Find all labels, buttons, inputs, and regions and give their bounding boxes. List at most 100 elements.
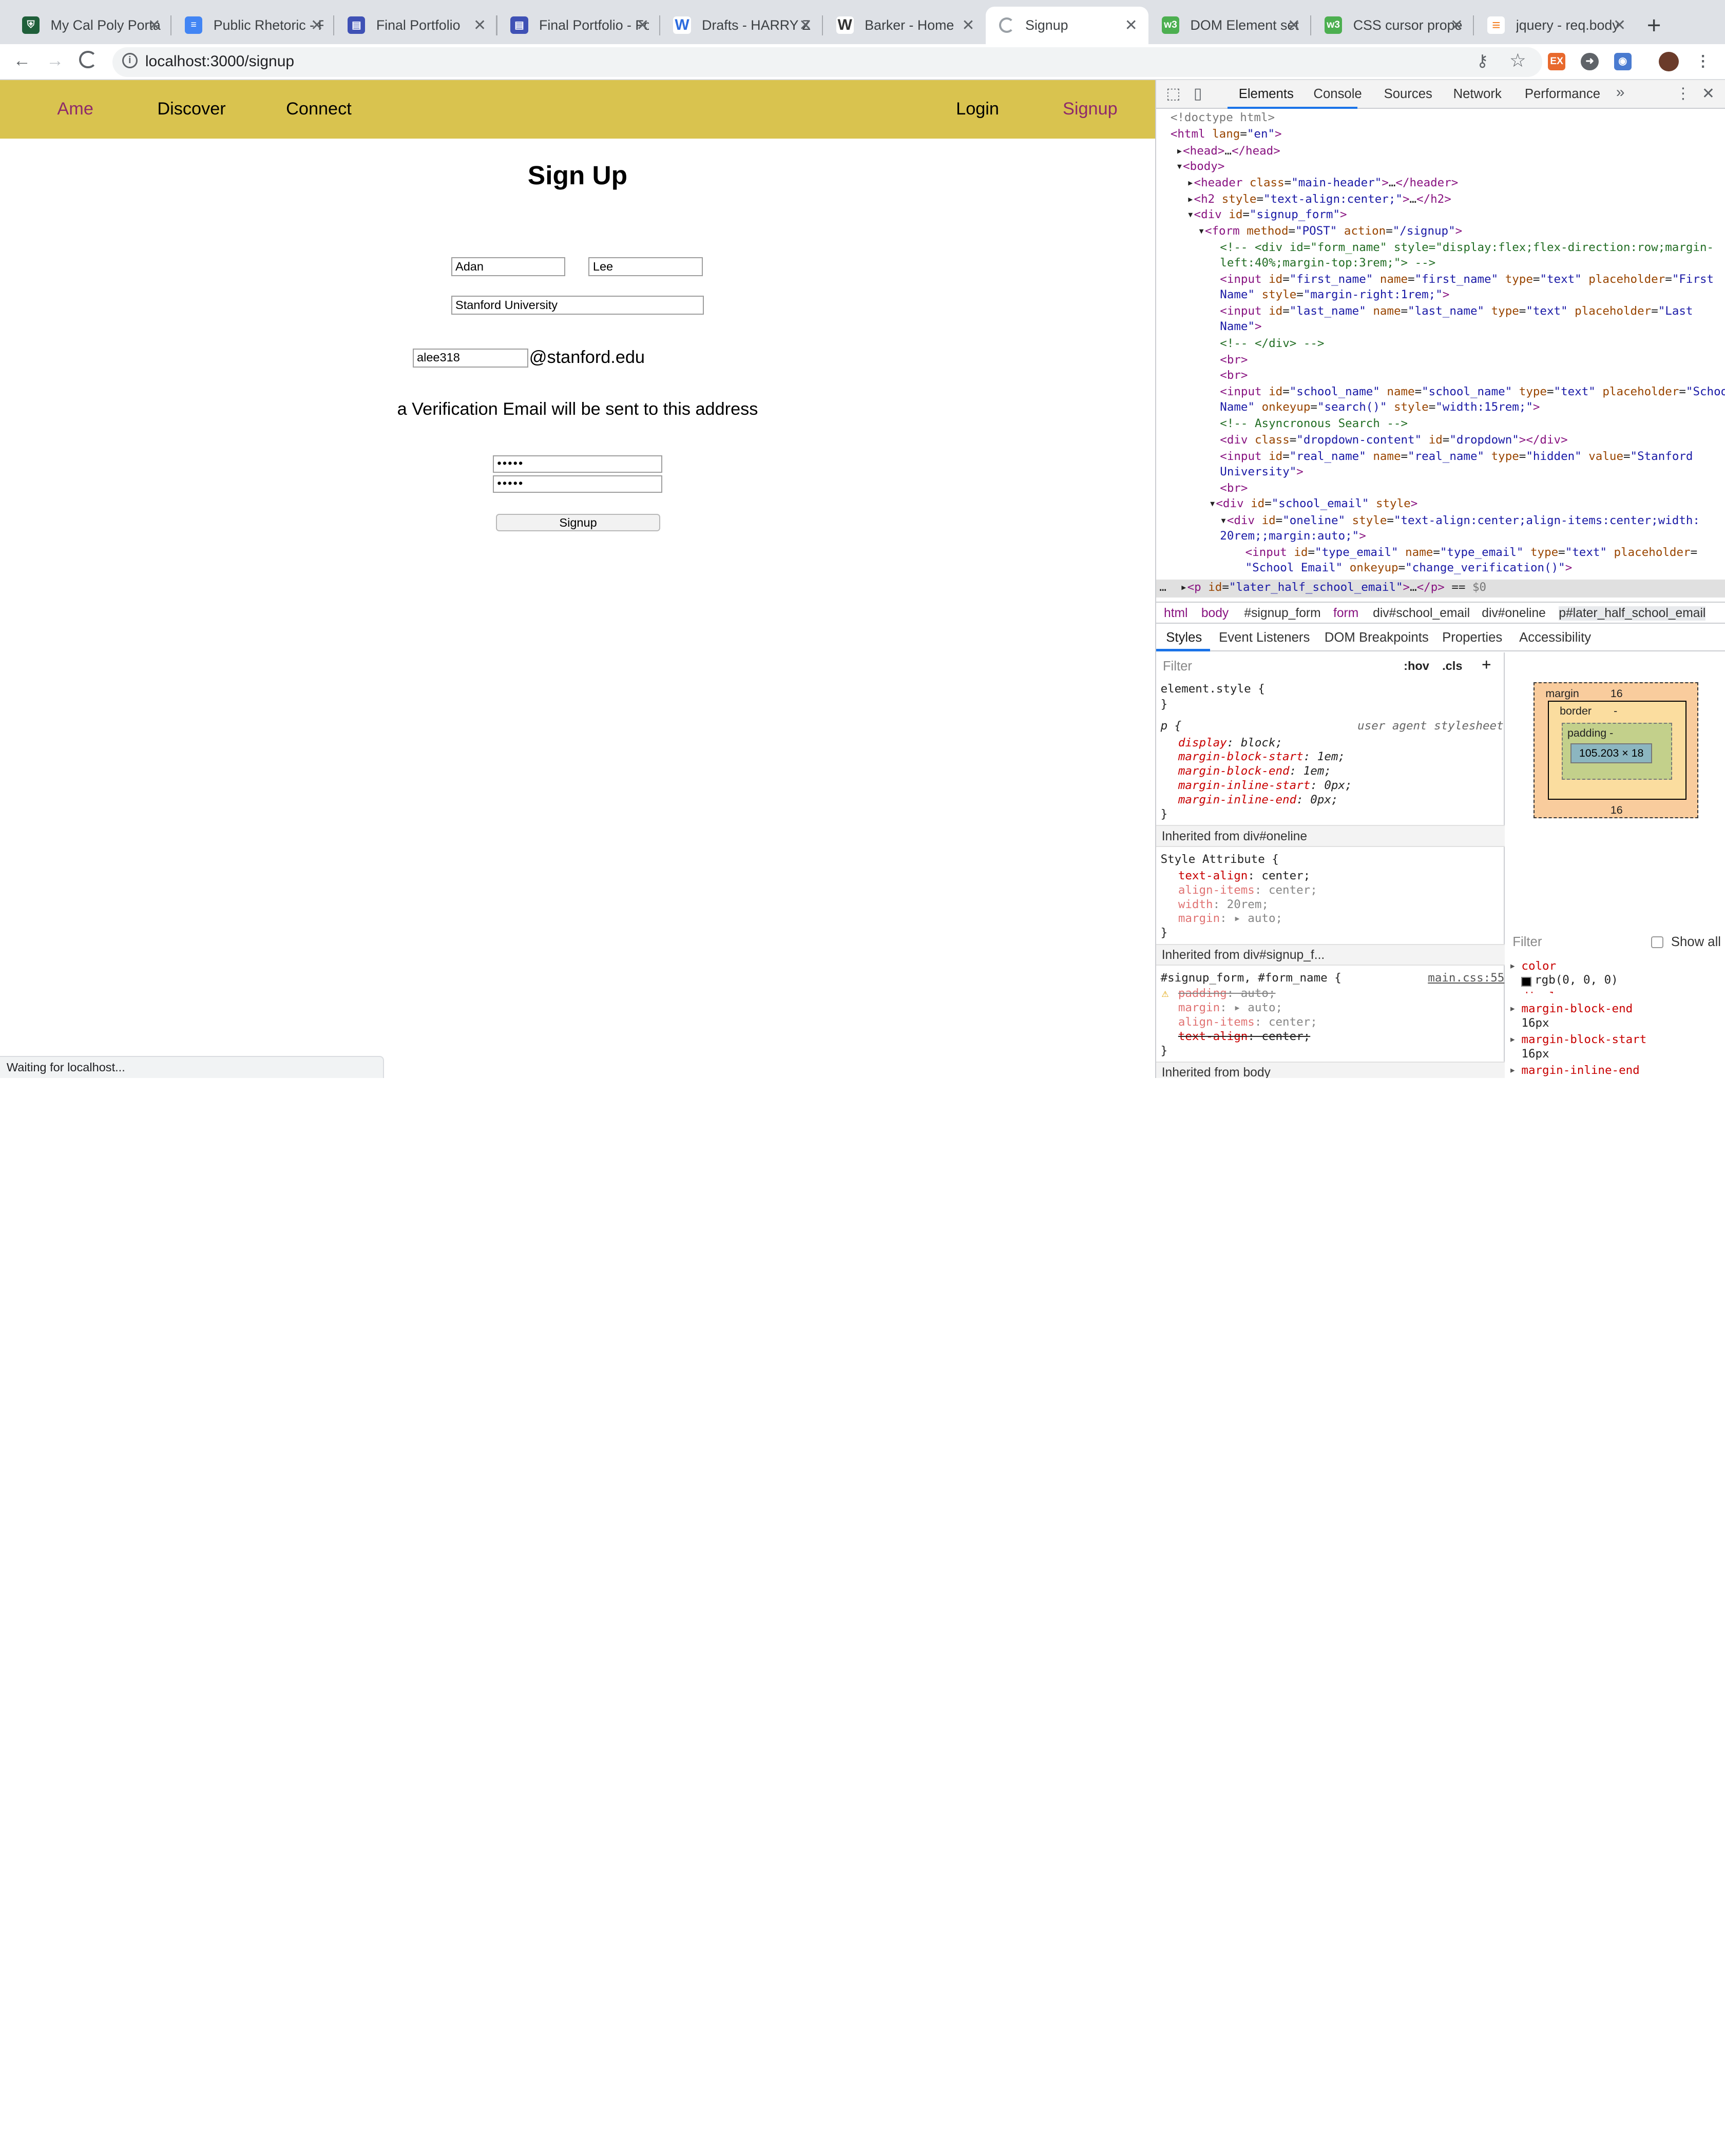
hov-toggle[interactable]: :hov	[1404, 659, 1429, 673]
camera-icon[interactable]: ◉	[1614, 52, 1632, 71]
nav-discover-link[interactable]: Discover	[157, 99, 225, 119]
browser-tab-signup[interactable]: Signup ✕	[986, 6, 1149, 44]
crumb-body[interactable]: body	[1201, 606, 1229, 621]
close-tab-icon[interactable]: ✕	[1613, 16, 1626, 34]
close-tab-icon[interactable]: ✕	[311, 16, 323, 34]
sites-icon: ▤	[510, 16, 528, 34]
menu-icon[interactable]: ⋮	[1694, 53, 1712, 70]
computed-prop-margin-block-end[interactable]: margin-block-end	[1521, 1002, 1633, 1015]
loading-icon	[999, 17, 1014, 33]
warning-icon: ⚠	[1161, 987, 1169, 1000]
tab-console[interactable]: Console	[1313, 87, 1362, 102]
tab-elements[interactable]: Elements	[1239, 87, 1294, 102]
close-tab-icon[interactable]: ✕	[473, 16, 486, 34]
computed-prop-color[interactable]: color	[1521, 959, 1556, 973]
loading-stop-icon[interactable]	[79, 50, 97, 68]
url-text[interactable]: localhost:3000/signup	[145, 53, 294, 70]
close-devtools-icon[interactable]: ✕	[1702, 85, 1715, 103]
first-name-input[interactable]: Adan	[451, 257, 566, 276]
crumb-signup-form[interactable]: #signup_form	[1244, 606, 1320, 621]
close-tab-icon[interactable]: ✕	[962, 16, 974, 34]
browser-toolbar: ← → i localhost:3000/signup ⚷ ☆	[0, 44, 1725, 81]
crumb-school-email[interactable]: div#school_email	[1373, 606, 1470, 621]
address-bar[interactable]: i localhost:3000/signup ⚷ ☆	[112, 47, 1543, 77]
crumb-later-half[interactable]: p#later_half_school_email	[1559, 606, 1706, 621]
back-icon[interactable]: ←	[13, 51, 31, 71]
avatar[interactable]	[1659, 51, 1679, 72]
page-viewport: Ame Discover Connect Login Signup Sign U…	[0, 80, 1155, 1078]
wix-icon: W	[673, 16, 691, 34]
box-model-diagram: margin 16 16 border - padding - 105.203 …	[1533, 682, 1699, 819]
computed-filter-input[interactable]: Filter	[1512, 935, 1542, 950]
tab-accessibility[interactable]: Accessibility	[1519, 630, 1591, 645]
tab-styles[interactable]: Styles	[1166, 630, 1202, 645]
key-icon[interactable]: ⚷	[1477, 51, 1489, 70]
confirm-password-input[interactable]: •••••	[493, 475, 662, 493]
sites-icon: ▤	[348, 16, 366, 34]
inspect-icon[interactable]: ⬚	[1166, 85, 1180, 103]
forward-icon[interactable]: →	[46, 51, 64, 71]
school-name-input[interactable]: Stanford University	[451, 296, 704, 315]
last-name-input[interactable]: Lee	[588, 257, 703, 276]
dom-tree[interactable]: <!doctype html> <html lang="en"> ▸<head>…	[1156, 109, 1725, 598]
w3-icon: w3	[1161, 16, 1180, 34]
nav-login-link[interactable]: Login	[956, 99, 999, 119]
password-input[interactable]: •••••	[493, 455, 662, 473]
status-bubble: Waiting for localhost...	[0, 1056, 384, 1078]
close-tab-icon[interactable]: ✕	[799, 16, 812, 34]
device-toggle-icon[interactable]: ▯	[1194, 85, 1202, 103]
add-rule-icon[interactable]: +	[1482, 656, 1491, 673]
browser-tab-barker[interactable]: W Barker - Home ✕	[823, 7, 986, 44]
devtools-menu-icon[interactable]: ⋮	[1675, 85, 1691, 103]
browser-tab-public-rhetoric[interactable]: ≡ Public Rhetoric - F ✕	[171, 7, 335, 44]
close-tab-icon[interactable]: ✕	[1450, 16, 1463, 34]
close-tab-icon[interactable]: ✕	[1125, 16, 1138, 34]
browser-tab-final-portfolio[interactable]: ▤ Final Portfolio ✕	[334, 7, 497, 44]
close-tab-icon[interactable]: ✕	[1288, 16, 1300, 34]
crumb-form[interactable]: form	[1333, 606, 1358, 621]
crumb-oneline[interactable]: div#oneline	[1482, 606, 1546, 621]
info-icon[interactable]: i	[122, 52, 138, 68]
tab-network[interactable]: Network	[1453, 87, 1502, 102]
email-domain-suffix: @stanford.edu	[529, 348, 645, 368]
browser-tab-dom-element[interactable]: w3 DOM Element set ✕	[1148, 7, 1312, 44]
css-source-link[interactable]: main.css:55	[1428, 971, 1504, 985]
browser-tab-jquery[interactable]: ≡ jquery - req.body ✕	[1474, 7, 1637, 44]
verification-notice: a Verification Email will be sent to thi…	[397, 399, 758, 419]
color-swatch[interactable]	[1521, 976, 1531, 987]
computed-prop-margin-block-start[interactable]: margin-block-start	[1521, 1033, 1646, 1046]
tab-sources[interactable]: Sources	[1384, 87, 1432, 102]
school-email-input[interactable]: alee318	[412, 349, 528, 368]
browser-tab-cal-poly[interactable]: ⛨ My Cal Poly Porta ✕	[9, 7, 172, 44]
new-tab-icon[interactable]: +	[1647, 11, 1661, 39]
nav-signup-link[interactable]: Signup	[1063, 99, 1118, 119]
tab-event-listeners[interactable]: Event Listeners	[1219, 630, 1310, 645]
main-header: Ame Discover Connect Login Signup	[0, 80, 1155, 139]
inherited-oneline-header: Inherited from div#oneline	[1156, 825, 1505, 847]
browser-tab-css-cursor[interactable]: w3 CSS cursor prope ✕	[1311, 7, 1474, 44]
more-tabs-icon[interactable]: »	[1616, 84, 1625, 101]
styles-filter-input[interactable]: Filter	[1161, 658, 1392, 676]
close-tab-icon[interactable]: ✕	[636, 16, 649, 34]
computed-prop-margin-inline-end[interactable]: margin-inline-end	[1521, 1064, 1639, 1077]
cls-toggle[interactable]: .cls	[1442, 659, 1462, 673]
show-all-checkbox[interactable]	[1651, 936, 1663, 949]
extension-icon[interactable]: EX	[1548, 52, 1566, 71]
browser-tab-strip: ⛨ My Cal Poly Porta ✕ ≡ Public Rhetoric …	[0, 0, 1725, 44]
nav-connect-link[interactable]: Connect	[286, 99, 352, 119]
browser-tab-final-portfolio-2[interactable]: ▤ Final Portfolio - Fo ✕	[497, 7, 660, 44]
browser-tab-drafts[interactable]: W Drafts - HARRY Z ✕	[660, 7, 823, 44]
tab-properties[interactable]: Properties	[1442, 630, 1502, 645]
crumb-html[interactable]: html	[1164, 606, 1188, 621]
show-all-label: Show all	[1671, 935, 1721, 950]
star-icon[interactable]: ☆	[1509, 49, 1526, 71]
signup-submit-button[interactable]: Signup	[496, 513, 660, 531]
extension-arrow-icon[interactable]: ➜	[1581, 52, 1599, 71]
nav-brand-link[interactable]: Ame	[57, 99, 93, 119]
stackoverflow-icon: ≡	[1487, 16, 1505, 34]
tab-dom-breakpoints[interactable]: DOM Breakpoints	[1325, 630, 1429, 645]
tab-performance[interactable]: Performance	[1525, 87, 1600, 102]
inherited-body-header: Inherited from body	[1156, 1061, 1505, 1078]
close-tab-icon[interactable]: ✕	[148, 16, 161, 34]
docs-icon: ≡	[184, 16, 203, 34]
